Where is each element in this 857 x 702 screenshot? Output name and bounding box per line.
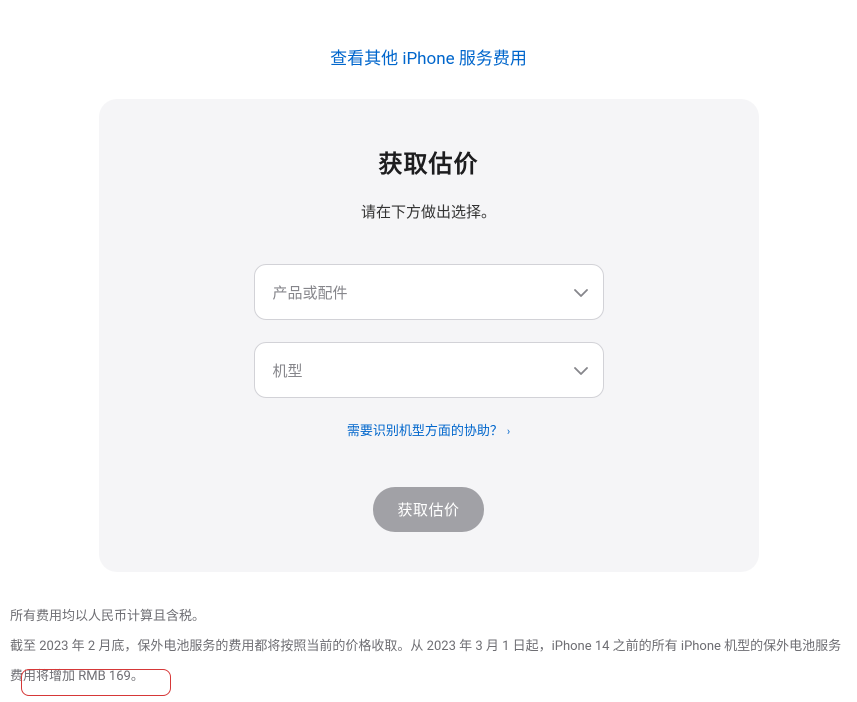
identify-model-help-link[interactable]: 需要识别机型方面的协助？ ›	[347, 424, 510, 439]
model-select[interactable]: 机型	[254, 342, 604, 398]
product-select[interactable]: 产品或配件	[254, 264, 604, 320]
chevron-down-icon	[574, 283, 588, 301]
footer-price-notice: 截至 2023 年 2 月底，保外电池服务的费用都将按照当前的价格收取。从 20…	[0, 632, 857, 702]
model-select-placeholder: 机型	[273, 360, 303, 381]
get-estimate-button[interactable]: 获取估价	[373, 487, 483, 532]
chevron-right-icon: ›	[507, 425, 510, 438]
product-select-placeholder: 产品或配件	[273, 282, 348, 303]
estimate-card: 获取估价 请在下方做出选择。 产品或配件 机型 需要识别机型方面的协助？ › 获取…	[99, 99, 759, 572]
chevron-down-icon	[574, 361, 588, 379]
footer-tax-note: 所有费用均以人民币计算且含税。	[0, 572, 857, 632]
card-title: 获取估价	[159, 144, 699, 179]
other-iphone-service-fee-link[interactable]: 查看其他 iPhone 服务费用	[330, 49, 527, 69]
card-subtitle: 请在下方做出选择。	[159, 201, 699, 222]
help-link-label: 需要识别机型方面的协助？	[347, 424, 503, 439]
